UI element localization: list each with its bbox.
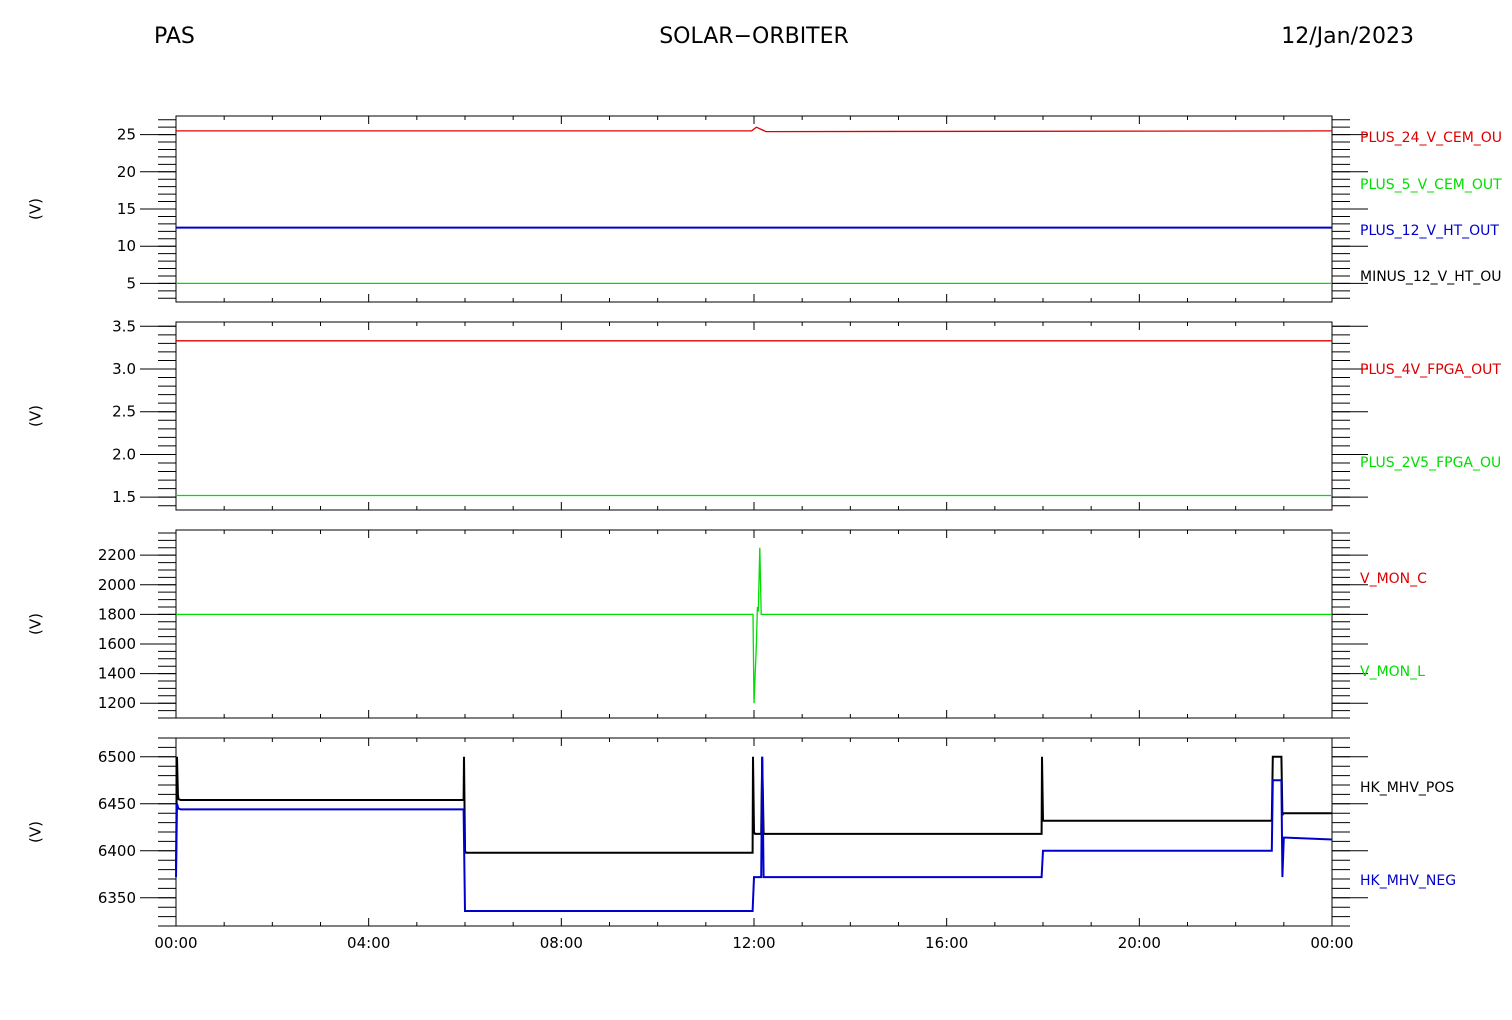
panel-4-ytick-label: 6500 xyxy=(98,748,136,766)
panel-1-ytick-label: 15 xyxy=(117,200,136,218)
x-tick-label: 04:00 xyxy=(347,934,390,952)
panel-3-ytick-label: 1600 xyxy=(98,635,136,653)
panel-4-ytick-label: 6350 xyxy=(98,889,136,907)
panel-1-ytick-label: 20 xyxy=(117,163,136,181)
series-hk-mhv-pos xyxy=(175,755,1332,870)
panel-2-frame xyxy=(175,321,1333,511)
panel-2-ytick-label: 2.0 xyxy=(112,445,136,463)
legend-v-mon-c: V_MON_C xyxy=(1360,571,1427,587)
legend-plus-12-v-ht-out: PLUS_12_V_HT_OUT xyxy=(1360,223,1499,239)
panel-4-ylabel: (V) xyxy=(27,821,45,843)
legend-minus-12-v-ht-out: MINUS_12_V_HT_OU xyxy=(1360,269,1502,285)
panel-3-ytick-label: 2000 xyxy=(98,576,136,594)
panel-2-ytick-label: 2.5 xyxy=(112,403,136,421)
legend-v-mon-l: V_MON_L xyxy=(1360,664,1425,680)
legend-hk-mhv-pos: HK_MHV_POS xyxy=(1360,780,1454,796)
panel-4-ytick-label: 6450 xyxy=(98,795,136,813)
legend-plus-5-v-cem-out: PLUS_5_V_CEM_OUT xyxy=(1360,177,1502,193)
housekeeping-voltage-chart: 5 10 15 20 25 (V) PLUS_24_V_CEM_OU PLUS_5_V_CEM… xyxy=(27,115,1502,952)
panel-2-ytick-label: 1.5 xyxy=(112,488,136,506)
legend-plus-24-v-cem-out: PLUS_24_V_CEM_OU xyxy=(1360,130,1502,146)
panel-2-ylabel: (V) xyxy=(27,405,45,427)
panel-1-ytick-label: 25 xyxy=(117,126,136,144)
panel-3-ylabel: (V) xyxy=(27,613,45,635)
x-tick-label: 08:00 xyxy=(540,934,583,952)
x-tick-label: 12:00 xyxy=(732,934,775,952)
legend-plus-2v5-fpga-out: PLUS_2V5_FPGA_OU xyxy=(1360,455,1501,471)
panel-3-ytick-label: 2200 xyxy=(98,546,136,564)
panel-1-ylabel: (V) xyxy=(27,198,45,220)
panel-2-ytick-label: 3.5 xyxy=(112,317,136,335)
legend-plus-4v-fpga-out: PLUS_4V_FPGA_OUT xyxy=(1360,362,1501,378)
x-tick-label: 00:00 xyxy=(154,934,197,952)
panel-1-ytick-label: 5 xyxy=(126,274,136,292)
x-tick-label: 00:00 xyxy=(1310,934,1353,952)
panel-3-ytick-label: 1800 xyxy=(98,605,136,623)
series-plus-24-v-cem-out xyxy=(176,126,1333,133)
x-tick-label: 16:00 xyxy=(925,934,968,952)
panel-1-ytick-label: 10 xyxy=(117,237,136,255)
panel-2-ytick-label: 3.0 xyxy=(112,360,136,378)
panel-1-frame xyxy=(175,115,1333,303)
legend-hk-mhv-neg: HK_MHV_NEG xyxy=(1360,873,1456,889)
series-v-mon-l xyxy=(176,547,1332,704)
x-tick-label: 20:00 xyxy=(1118,934,1161,952)
panel-4-ytick-label: 6400 xyxy=(98,842,136,860)
panel-3-ytick-label: 1400 xyxy=(98,665,136,683)
panel-3-ytick-label: 1200 xyxy=(98,694,136,712)
